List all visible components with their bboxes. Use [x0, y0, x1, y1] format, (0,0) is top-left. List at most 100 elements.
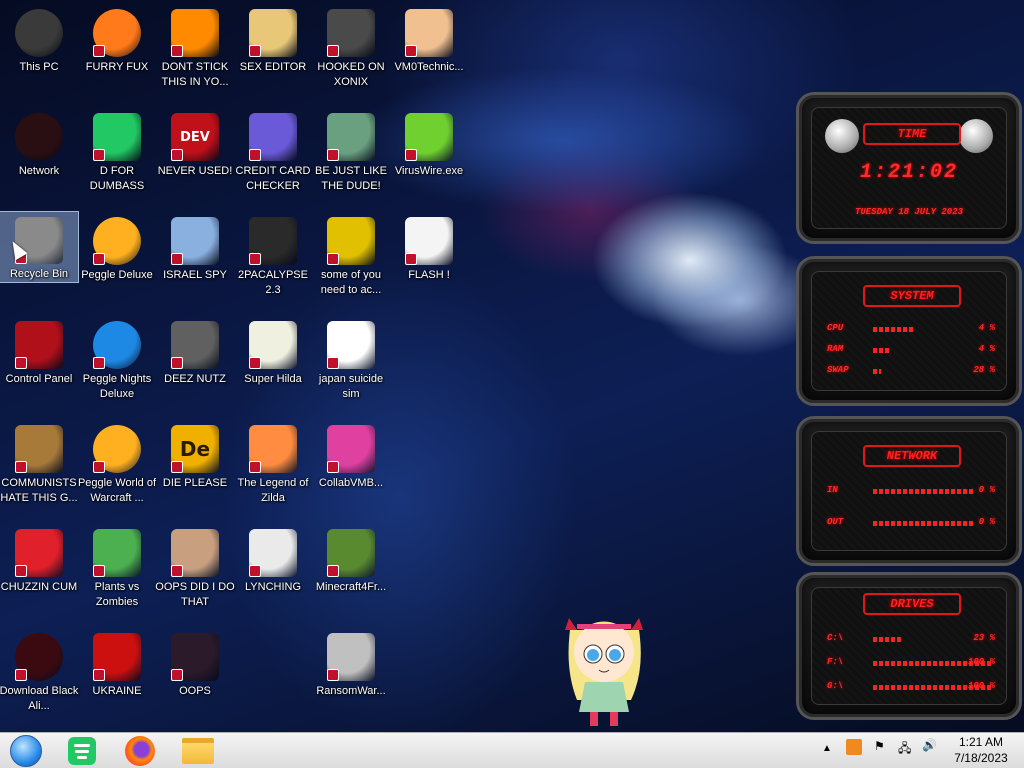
clock-date[interactable]: 7/18/2023 [950, 751, 1012, 765]
spotify-green-icon [68, 737, 96, 765]
icon-label: CREDIT CARD CHECKER [235, 165, 311, 192]
desktop-icon-some-of-you-need-to-ac[interactable]: some of you need to ac... [312, 212, 390, 316]
icon-label: Minecraft4Fr... [315, 581, 387, 593]
desktop-icon-download-black-ali[interactable]: Download Black Ali... [0, 628, 78, 732]
desktop-icon-never-used[interactable]: DEV NEVER USED! [156, 108, 234, 212]
this-pc-icon [15, 9, 63, 57]
peggle-icon [93, 425, 141, 473]
icon-label: COMMUNISTS HATE THIS G... [0, 477, 78, 504]
desktop-icon-minecraft4fr[interactable]: Minecraft4Fr... [312, 524, 390, 628]
system-row-name: RAM [827, 344, 844, 354]
shortcut-arrow-icon [93, 149, 105, 161]
desktop-icon-sex-editor[interactable]: SEX EDITOR [234, 4, 312, 108]
desktop-icon-lynching[interactable]: LYNCHING [234, 524, 312, 628]
icon-label: Plants vs Zombies [94, 581, 140, 608]
taskbar-explorer[interactable] [178, 735, 218, 767]
drives-row-value: 100 % [967, 657, 995, 667]
desktop-icon-communists-hate-this-g[interactable]: COMMUNISTS HATE THIS G... [0, 420, 78, 524]
shortcut-arrow-icon [93, 461, 105, 473]
pixel-creature-icon [249, 321, 297, 369]
drives-row-value: 100 % [967, 681, 995, 691]
plant-icon [93, 529, 141, 577]
desktop-icon-deez-nutz[interactable]: DEEZ NUTZ [156, 316, 234, 420]
shortcut-arrow-icon [15, 357, 27, 369]
icon-label: The Legend of Zilda [237, 477, 309, 504]
xonix-icon [327, 9, 375, 57]
desktop-icon-japan-suicide-sim[interactable]: japan suicide sim [312, 316, 390, 420]
desktop-icon-collabvmb[interactable]: CollabVMB... [312, 420, 390, 524]
dark-card-icon [171, 633, 219, 681]
system-row-value: 4 % [978, 323, 995, 333]
icon-label: CHUZZIN CUM [0, 581, 78, 593]
shortcut-arrow-icon [93, 45, 105, 57]
icon-label: RansomWar... [316, 685, 386, 697]
network-icon[interactable]: 🖧 [898, 739, 911, 760]
shortcut-arrow-icon [93, 357, 105, 369]
icon-label: D FOR DUMBASS [89, 165, 145, 192]
desktop-icon-israel-spy[interactable]: ISRAEL SPY [156, 212, 234, 316]
shortcut-arrow-icon [327, 45, 339, 57]
desktop-icon-ransomwar[interactable]: RansomWar... [312, 628, 390, 732]
icon-label: LYNCHING [244, 581, 302, 593]
desktop-icon-vm0technic[interactable]: VM0Technic... [390, 4, 468, 108]
shortcut-arrow-icon [15, 461, 27, 473]
firefox-icon [125, 736, 155, 766]
desktop-icon-d-for-dumbass[interactable]: D FOR DUMBASS [78, 108, 156, 212]
desktop-icon-network[interactable]: Network [0, 108, 78, 212]
desktop-icon-this-pc[interactable]: This PC [0, 4, 78, 108]
desktop-icon-oops[interactable]: OOPS [156, 628, 234, 732]
icon-label: DONT STICK THIS IN YO... [161, 61, 229, 88]
desktop-icon-peggle-nights-deluxe[interactable]: Peggle Nights Deluxe [78, 316, 156, 420]
desktop-icon-control-panel[interactable]: Control Panel [0, 316, 78, 420]
desktop-icon-dont-stick-this-in-yo[interactable]: DONT STICK THIS IN YO... [156, 4, 234, 108]
shortcut-arrow-icon [327, 149, 339, 161]
drives-row-name: G:\ [827, 681, 844, 691]
tray-expand-icon[interactable]: ▲ [822, 743, 832, 754]
desktop-icon-peggle-deluxe[interactable]: Peggle Deluxe [78, 212, 156, 316]
icon-label: japan suicide sim [318, 373, 384, 400]
folder-icon [182, 738, 214, 764]
desktop-icon-the-legend-of-zilda[interactable]: The Legend of Zilda [234, 420, 312, 524]
desktop-icon-credit-card-checker[interactable]: CREDIT CARD CHECKER [234, 108, 312, 212]
taskbar-spotify[interactable] [62, 735, 102, 767]
taskbar-firefox[interactable] [120, 735, 160, 767]
system-row-bar [873, 369, 881, 374]
start-button[interactable] [6, 735, 46, 767]
desktop-icon-hooked-on-xonix[interactable]: HOOKED ON XONIX [312, 4, 390, 108]
desktop-icon-chuzzin-cum[interactable]: CHUZZIN CUM [0, 524, 78, 628]
tray-app-icon[interactable] [846, 739, 862, 755]
shortcut-arrow-icon [93, 565, 105, 577]
icon-label: VirusWire.exe [394, 165, 464, 177]
system-row-bar [873, 348, 891, 353]
desktop-icon-die-please[interactable]: De DIE PLEASE [156, 420, 234, 524]
desktop-icon-be-just-like-the-dude[interactable]: BE JUST LIKE THE DUDE! [312, 108, 390, 212]
network-panel: NETWORK IN 0 % OUT 0 % [796, 416, 1022, 566]
paint-monitor-icon [327, 425, 375, 473]
desktop-icon-2pacalypse-2-3[interactable]: 2PACALYPSE 2.3 [234, 212, 312, 316]
icon-label: CollabVMB... [318, 477, 384, 489]
icon-label: This PC [19, 61, 59, 73]
network-row-bar [873, 521, 973, 526]
desktop-icon-peggle-world-of-warcraft[interactable]: Peggle World of Warcraft ... [78, 420, 156, 524]
clock-time[interactable]: 1:21 AM [958, 735, 1004, 749]
desktop-icon-oops-did-i-do-that[interactable]: OOPS DID I DO THAT [155, 524, 235, 628]
desktop-icon-flash[interactable]: FLASH ! [390, 212, 468, 316]
desktop-icon-viruswire-exe[interactable]: VirusWire.exe [390, 108, 468, 212]
icon-label: BE JUST LIKE THE DUDE! [315, 165, 387, 192]
shortcut-arrow-icon [15, 565, 27, 577]
desktop-icon-plants-vs-zombies[interactable]: Plants vs Zombies [78, 524, 156, 628]
icon-label: DEEZ NUTZ [164, 373, 226, 385]
volume-icon[interactable]: 🔊 [922, 738, 937, 752]
flag-icon[interactable]: ⚑ [874, 739, 885, 753]
desktop-icon-ukraine[interactable]: UKRAINE [78, 628, 156, 732]
icon-label: 2PACALYPSE 2.3 [238, 269, 308, 296]
alien-orb-icon [15, 633, 63, 681]
system-row-name: CPU [827, 323, 844, 333]
network-row-name: OUT [827, 517, 844, 527]
icon-label: DIE PLEASE [162, 477, 228, 489]
network-row-value: 0 % [978, 485, 995, 495]
desktop-icon-super-hilda[interactable]: Super Hilda [234, 316, 312, 420]
desktop-icon-furry-fux[interactable]: FURRY FUX [78, 4, 156, 108]
icon-label: UKRAINE [92, 685, 142, 697]
network-title: NETWORK [863, 445, 961, 467]
